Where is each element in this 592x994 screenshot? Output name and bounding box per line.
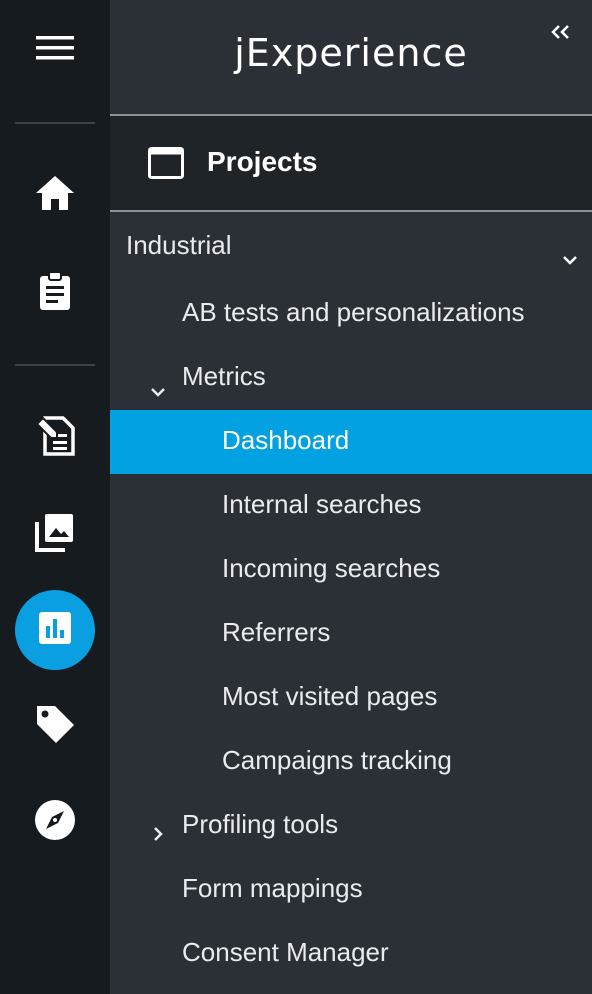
nav-item-profiling-tools[interactable]: Profiling tools xyxy=(110,794,592,858)
clipboard-icon xyxy=(38,270,72,316)
nav-item-consent-manager[interactable]: Consent Manager xyxy=(110,922,592,986)
nav-item-referrers[interactable]: Referrers xyxy=(110,602,592,666)
nav-item-label: Referrers xyxy=(222,617,331,647)
nav-item-label: Form mappings xyxy=(182,873,363,903)
nav-item-ab-tests[interactable]: AB tests and personalizations xyxy=(110,282,592,346)
chevron-down-icon xyxy=(150,373,166,404)
app-logo: jExperience xyxy=(234,31,468,75)
gallery-button[interactable] xyxy=(15,494,95,574)
tag-icon xyxy=(34,703,76,750)
nav-item-label: Profiling tools xyxy=(182,809,339,839)
nav-item-dashboard[interactable]: Dashboard xyxy=(110,410,592,474)
tag-button[interactable] xyxy=(15,686,95,766)
projects-header: Projects xyxy=(110,116,592,210)
nav-item-label: AB tests and personalizations xyxy=(182,297,525,327)
menu-icon xyxy=(36,35,74,66)
icon-rail xyxy=(0,0,110,994)
clipboard-button[interactable] xyxy=(15,253,95,333)
nav-item-metrics[interactable]: Metrics xyxy=(110,346,592,410)
edit-document-button[interactable] xyxy=(15,398,95,478)
chevron-right-icon xyxy=(153,818,163,849)
chevron-down-icon xyxy=(562,241,578,272)
navigation-panel: jExperience Projects Industrial AB tests… xyxy=(110,0,592,994)
brand-header: jExperience xyxy=(110,0,592,114)
edit-document-icon xyxy=(35,415,75,461)
metrics-button[interactable] xyxy=(15,590,95,670)
home-icon xyxy=(35,175,75,216)
home-button[interactable] xyxy=(15,155,95,235)
nav-item-label: Incoming searches xyxy=(222,553,441,583)
nav-group-industrial[interactable]: Industrial xyxy=(110,215,592,279)
compass-icon xyxy=(34,799,76,846)
nav-item-label: Campaigns tracking xyxy=(222,745,452,775)
compass-button[interactable] xyxy=(15,782,95,862)
collapse-sidebar-button[interactable] xyxy=(548,22,572,46)
menu-button[interactable] xyxy=(15,10,95,90)
double-chevron-left-icon xyxy=(549,24,571,45)
nav-item-label: Dashboard xyxy=(222,425,350,455)
nav-item-incoming-searches[interactable]: Incoming searches xyxy=(110,538,592,602)
nav-item-campaigns-tracking[interactable]: Campaigns tracking xyxy=(110,730,592,794)
nav-item-form-mappings[interactable]: Form mappings xyxy=(110,858,592,922)
nav-item-internal-searches[interactable]: Internal searches xyxy=(110,474,592,538)
rail-divider xyxy=(15,364,95,366)
rail-divider xyxy=(15,122,95,124)
page-title: Projects xyxy=(207,146,318,177)
divider xyxy=(110,210,592,212)
bar-chart-icon xyxy=(37,610,73,651)
nav-group-label: Industrial xyxy=(126,230,232,260)
window-icon xyxy=(148,147,184,184)
nav-item-label: Metrics xyxy=(182,361,266,391)
nav-item-label: Consent Manager xyxy=(182,937,389,967)
nav-item-most-visited-pages[interactable]: Most visited pages xyxy=(110,666,592,730)
nav-item-label: Most visited pages xyxy=(222,681,438,711)
gallery-icon xyxy=(35,512,75,557)
nav-item-label: Internal searches xyxy=(222,489,422,519)
